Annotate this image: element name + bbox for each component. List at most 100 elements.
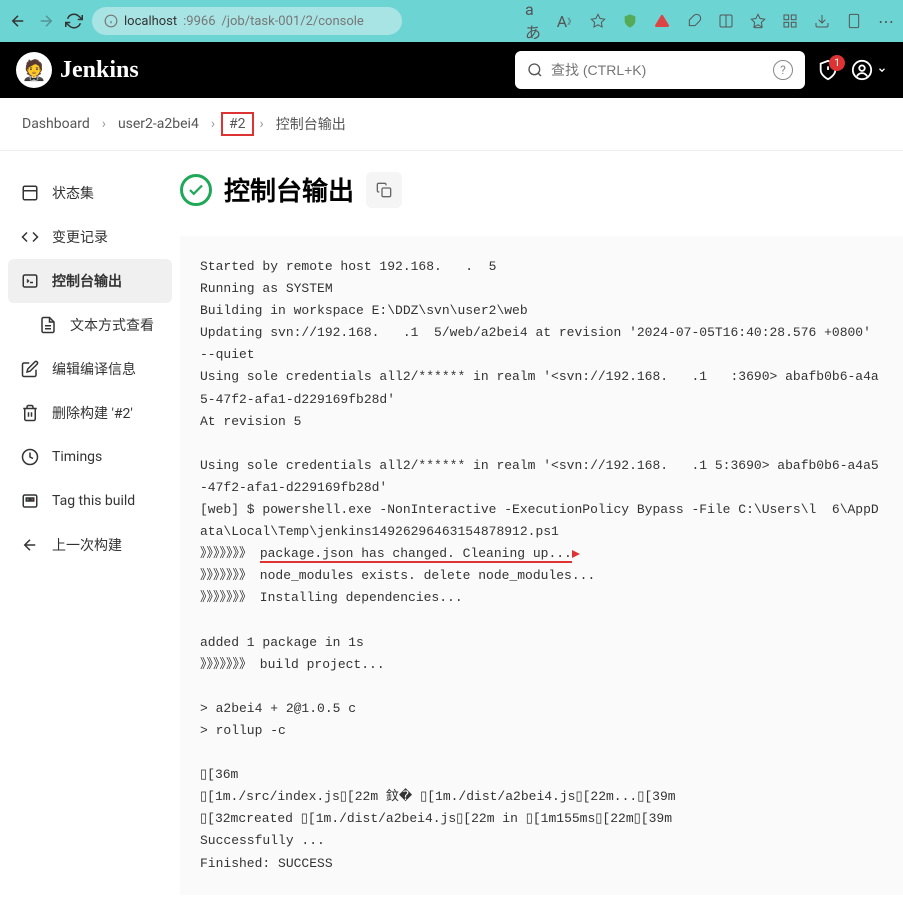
jenkins-logo[interactable]: 🤵 Jenkins	[16, 52, 139, 88]
forward-button[interactable]	[36, 11, 56, 31]
info-icon	[104, 14, 118, 28]
alert-badge[interactable]: 1	[817, 59, 839, 81]
translate-icon[interactable]: aあ	[525, 12, 543, 30]
content: 控制台输出 Started by remote host 192.168. . …	[180, 151, 903, 915]
header-icons: 1	[817, 59, 887, 81]
console-line: Using sole credentials all2/****** in re…	[200, 458, 879, 495]
breadcrumb-build[interactable]: #2	[221, 112, 254, 136]
sidebar-console-label: 控制台输出	[52, 271, 122, 291]
status-icon	[20, 183, 40, 203]
search-icon	[527, 62, 543, 78]
url-domain: localhost	[124, 14, 177, 29]
console-line: Updating svn://192.168. .1 5/web/a2bei4 …	[200, 325, 879, 362]
extensions-icon[interactable]	[685, 12, 703, 30]
jenkins-header: 🤵 Jenkins ? 1	[0, 42, 903, 98]
console-line: added 1 package in 1s	[200, 635, 364, 650]
sidebar-editbuild-label: 编辑编译信息	[52, 359, 136, 379]
console-line: > a2bei4 + 2@1.0.5 c	[200, 701, 356, 716]
changes-icon	[20, 227, 40, 247]
console-line: > rollup -c	[200, 723, 286, 738]
copy-button[interactable]	[366, 172, 402, 208]
console-line: Using sole credentials all2/****** in re…	[200, 369, 879, 406]
user-icon	[851, 59, 873, 81]
jenkins-logo-icon: 🤵	[16, 52, 52, 88]
console-line: Building in workspace E:\DDZ\svn\user2\w…	[200, 303, 528, 318]
sidebar-console[interactable]: 控制台输出	[8, 259, 172, 303]
search-input[interactable]	[551, 62, 765, 78]
page-title: 控制台输出	[224, 171, 354, 208]
search-help-icon[interactable]: ?	[773, 60, 793, 80]
arrow-annotation	[572, 550, 580, 558]
sidebar-textview[interactable]: 文本方式查看	[8, 303, 172, 347]
search-box[interactable]: ?	[515, 51, 805, 89]
breadcrumb-sep: ›	[211, 116, 215, 132]
console-line: Successfully ...	[200, 833, 325, 848]
tag-icon	[20, 491, 40, 511]
breadcrumb-dashboard[interactable]: Dashboard	[16, 114, 96, 134]
sidebar-tagbuild-label: Tag this build	[52, 493, 135, 509]
sidebar-changes[interactable]: 变更记录	[8, 215, 172, 259]
breadcrumb-page[interactable]: 控制台输出	[270, 112, 352, 136]
arrow-left-icon	[20, 535, 40, 555]
breadcrumb: Dashboard › user2-a2bei4 › #2 › 控制台输出	[0, 98, 903, 151]
console-line: 》》》》》》》 build project...	[200, 657, 385, 672]
breadcrumb-job[interactable]: user2-a2bei4	[112, 114, 205, 134]
collections-icon[interactable]	[781, 12, 799, 30]
breadcrumb-sep: ›	[260, 116, 264, 132]
download-icon[interactable]	[813, 12, 831, 30]
browser-icons: aあ A》 ⋯	[525, 12, 895, 30]
sidebar-status-label: 状态集	[52, 183, 94, 203]
console-line: ▯[32mcreated ▯[1m./dist/a2bei4.js▯[22m i…	[200, 811, 672, 826]
back-button[interactable]	[8, 11, 28, 31]
sidebar-editbuild[interactable]: 编辑编译信息	[8, 347, 172, 391]
jenkins-title: Jenkins	[60, 57, 139, 84]
url-port: :9966	[183, 14, 215, 29]
clock-icon	[20, 447, 40, 467]
sidebar-prevbuild-label: 上一次构建	[52, 535, 122, 555]
shield-icon[interactable]	[621, 12, 639, 30]
sidebar-prevbuild[interactable]: 上一次构建	[8, 523, 172, 567]
edit-icon	[20, 359, 40, 379]
reader-icon[interactable]: A》	[557, 12, 575, 30]
console-line: Running as SYSTEM	[200, 281, 333, 296]
sidebar-changes-label: 变更记录	[52, 227, 108, 247]
favorites-list-icon[interactable]	[749, 12, 767, 30]
console-line: At revision 5	[200, 414, 301, 429]
console-line: Finished: SUCCESS	[200, 856, 333, 871]
console-line: 》》》》》》》 node_modules exists. delete node…	[200, 568, 595, 583]
sidebar-tagbuild[interactable]: Tag this build	[8, 479, 172, 523]
sidebar-status[interactable]: 状态集	[8, 171, 172, 215]
sidebar-deletebuild-label: 删除构建 '#2'	[52, 403, 133, 423]
console-line: [web] $ powershell.exe -NonInteractive -…	[200, 502, 879, 539]
console-line: ▯[36m	[200, 767, 238, 782]
sidebar-icon[interactable]	[717, 12, 735, 30]
console-line: 》》》》》》》 Installing dependencies...	[200, 590, 463, 605]
url-path: /job/task-001/2/console	[222, 14, 364, 29]
sidebar: 状态集 变更记录 控制台输出 文本方式查看 编辑编译信息	[0, 151, 180, 915]
browser-toolbar: localhost :9966/job/task-001/2/console aあ…	[0, 0, 903, 42]
url-bar[interactable]: localhost :9966/job/task-001/2/console	[92, 7, 402, 35]
more-icon[interactable]: ⋯	[877, 12, 895, 30]
console-line-prefix: 》》》》》》》	[200, 546, 260, 561]
trash-icon	[20, 403, 40, 423]
sidebar-timings[interactable]: Timings	[8, 435, 172, 479]
refresh-button[interactable]	[64, 11, 84, 31]
content-header: 控制台输出	[180, 171, 903, 208]
console-icon	[20, 271, 40, 291]
sidebar-textview-label: 文本方式查看	[70, 315, 154, 335]
console-output: Started by remote host 192.168. . 5 Runn…	[180, 236, 903, 895]
sidebar-timings-label: Timings	[52, 449, 102, 465]
main-layout: 状态集 变更记录 控制台输出 文本方式查看 编辑编译信息	[0, 151, 903, 915]
user-menu[interactable]	[851, 59, 887, 81]
success-icon	[180, 174, 212, 206]
breadcrumb-sep: ›	[102, 116, 106, 132]
warning-icon[interactable]	[653, 12, 671, 30]
console-line: Started by remote host 192.168. . 5	[200, 259, 496, 274]
app-icon[interactable]	[845, 12, 863, 30]
favorite-icon[interactable]	[589, 12, 607, 30]
console-line-highlighted: package.json has changed. Cleaning up...	[260, 546, 572, 563]
sidebar-deletebuild[interactable]: 删除构建 '#2'	[8, 391, 172, 435]
alert-count: 1	[829, 55, 845, 71]
copy-icon	[376, 182, 392, 198]
document-icon	[38, 315, 58, 335]
